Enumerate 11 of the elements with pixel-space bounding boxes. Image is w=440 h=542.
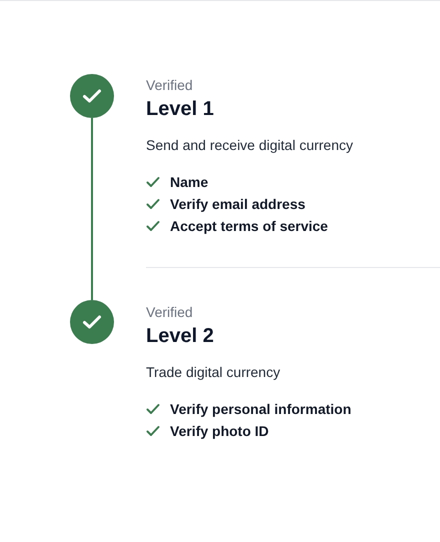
requirement-label: Verify email address (170, 194, 306, 214)
level-description: Send and receive digital currency (146, 136, 354, 155)
status-label: Verified (146, 303, 194, 322)
requirement-label: Verify photo ID (170, 422, 269, 441)
level-title: Level 2 (146, 324, 215, 349)
level-title: Level 1 (146, 97, 215, 122)
status-label: Verified (146, 76, 194, 95)
requirement-label: Accept terms of service (170, 216, 328, 236)
level-description: Trade digital currency (146, 363, 282, 382)
requirement-label: Name (170, 172, 208, 192)
requirement-label: Verify personal information (170, 400, 352, 419)
